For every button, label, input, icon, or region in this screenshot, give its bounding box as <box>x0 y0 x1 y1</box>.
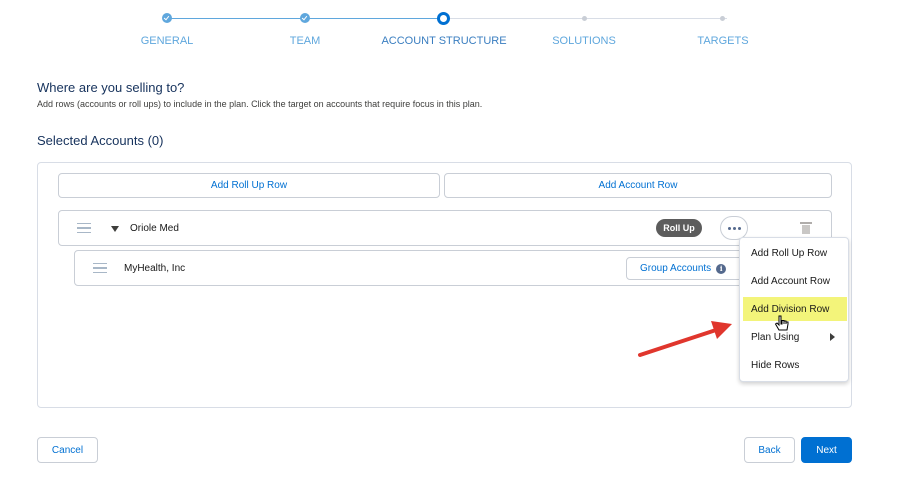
cancel-button[interactable]: Cancel <box>37 437 98 463</box>
next-button[interactable]: Next <box>801 437 852 463</box>
hand-cursor-icon <box>774 315 789 331</box>
back-button[interactable]: Back <box>744 437 795 463</box>
annotation-arrow-icon <box>638 321 732 357</box>
